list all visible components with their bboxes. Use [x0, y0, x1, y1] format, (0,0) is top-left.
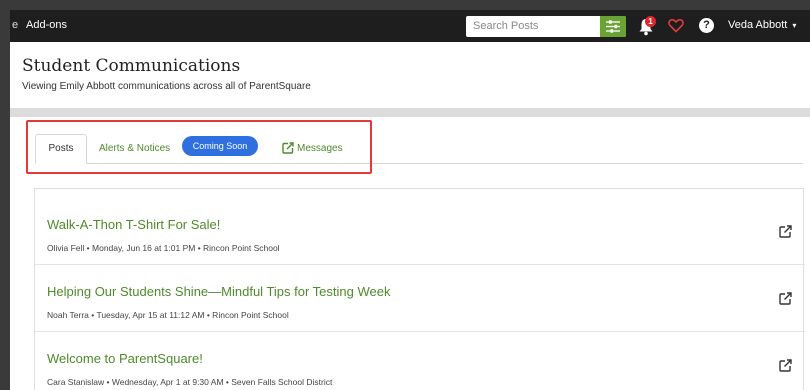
nav-item-addons[interactable]: Add-ons: [26, 19, 67, 31]
post-meta: Cara Stanislaw • Wednesday, Apr 1 at 9:3…: [47, 377, 333, 387]
external-link-icon[interactable]: [779, 359, 792, 372]
post-title[interactable]: Helping Our Students Shine—Mindful Tips …: [47, 284, 390, 299]
external-link-icon[interactable]: [779, 292, 792, 305]
list-item[interactable]: Walk-A-Thon T-Shirt For Sale! Olivia Fel…: [35, 199, 805, 265]
search-placeholder: Search Posts: [473, 20, 539, 32]
chevron-down-icon: ▾: [792, 21, 797, 30]
list-item[interactable]: Welcome to ParentSquare! Cara Stanislaw …: [35, 333, 805, 390]
user-name: Veda Abbott: [728, 19, 788, 31]
post-title[interactable]: Welcome to ParentSquare!: [47, 351, 203, 366]
post-meta: Noah Terra • Tuesday, Apr 15 at 11:12 AM…: [47, 310, 289, 320]
help-icon[interactable]: ?: [699, 18, 714, 33]
notifications-button[interactable]: 1: [638, 16, 658, 36]
tabs-highlight-box: [26, 120, 372, 174]
post-title[interactable]: Walk-A-Thon T-Shirt For Sale!: [47, 217, 220, 232]
nav-item-partial[interactable]: e: [12, 19, 18, 31]
app-frame: e Add-ons Search Posts 1 ? Veda Abbott ▾…: [10, 10, 810, 390]
user-menu[interactable]: Veda Abbott ▾: [728, 19, 796, 31]
top-nav-bar: e Add-ons Search Posts 1 ? Veda Abbott ▾: [10, 10, 810, 42]
sliders-icon: [606, 20, 620, 33]
heart-icon[interactable]: [668, 18, 684, 33]
filter-button[interactable]: [600, 16, 626, 37]
list-item[interactable]: Helping Our Students Shine—Mindful Tips …: [35, 266, 805, 332]
posts-list: Walk-A-Thon T-Shirt For Sale! Olivia Fel…: [34, 188, 805, 390]
external-link-icon[interactable]: [779, 225, 792, 238]
section-divider: [10, 108, 810, 117]
page-subtitle: Viewing Emily Abbott communications acro…: [22, 81, 311, 92]
page-title: Student Communications: [22, 56, 241, 76]
post-meta: Olivia Fell • Monday, Jun 16 at 1:01 PM …: [47, 243, 280, 253]
notification-badge: 1: [645, 16, 656, 27]
